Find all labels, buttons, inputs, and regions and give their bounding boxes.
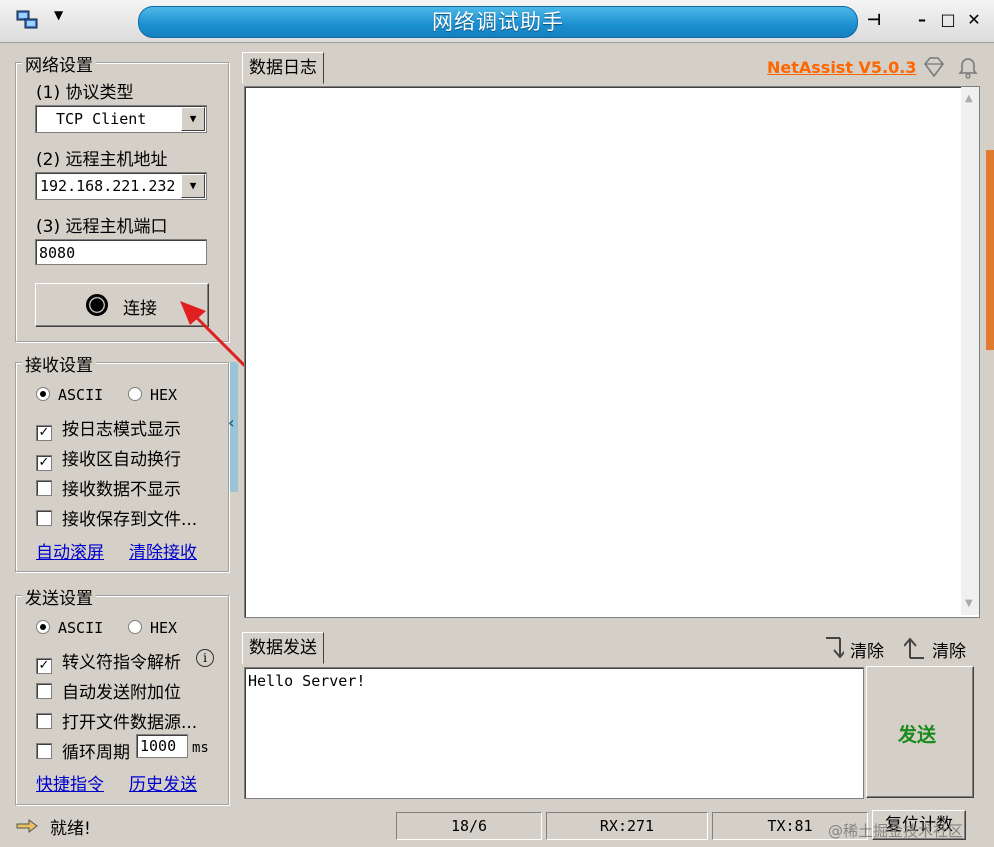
status-bar: 就绪! 18/6 RX:271 TX:81 复位计数 @稀土掘金技术社区 [0, 808, 994, 847]
receive-ascii-label: ASCII [58, 386, 104, 404]
send-option-label: 自动发送附加位 [62, 683, 181, 703]
port-input[interactable]: 8080 [35, 239, 207, 265]
cycle-unit-label: ms [192, 740, 209, 756]
send-cycle-checkbox[interactable]: 循环周期 [36, 738, 130, 763]
pin-button[interactable]: ⊣ [862, 8, 886, 32]
radio-selected-icon [36, 387, 50, 401]
clear-label: 清除 [932, 642, 966, 662]
system-menu[interactable]: ▼ [6, 6, 66, 34]
receive-settings-title: 接收设置 [22, 351, 96, 376]
bell-icon[interactable] [956, 55, 980, 79]
send-text-area[interactable]: Hello Server! [244, 667, 864, 799]
shortcut-commands-link[interactable]: 快捷指令 [36, 770, 104, 795]
send-label: 发送 [898, 724, 937, 746]
receive-option-label: 接收区自动换行 [62, 450, 181, 470]
protocol-value: TCP Client [56, 110, 147, 128]
data-log-area[interactable]: ▲ ▼ [244, 86, 980, 618]
receive-option-label: 接收保存到文件... [62, 510, 198, 530]
scroll-up-icon[interactable]: ▲ [965, 93, 973, 104]
checkbox-icon [36, 683, 52, 699]
title-bar: ▼ 网络调试助手 ⊣ – □ ✕ [0, 0, 994, 43]
checkbox-icon [36, 510, 52, 526]
receive-save-file-checkbox[interactable]: 接收保存到文件... [36, 505, 197, 530]
receive-log-mode-checkbox[interactable]: ✓ 按日志模式显示 [36, 415, 181, 441]
receive-autowrap-checkbox[interactable]: ✓ 接收区自动换行 [36, 445, 181, 471]
pointing-hand-icon [16, 819, 38, 833]
chevron-down-icon[interactable]: ▼ [181, 107, 205, 131]
send-file-source-checkbox[interactable]: 打开文件数据源... [36, 708, 197, 733]
radio-icon [128, 387, 142, 401]
send-button[interactable]: 发送 [866, 666, 974, 798]
port-label: (3) 远程主机端口 [36, 217, 168, 237]
window-title: 网络调试助手 [138, 6, 858, 38]
send-option-label: 转义符指令解析 [62, 653, 181, 673]
protocol-select[interactable]: TCP Client ▼ [35, 105, 207, 133]
tab-data-log[interactable]: 数据日志 [242, 52, 324, 84]
chevron-down-icon[interactable]: ▼ [181, 174, 205, 198]
autoscroll-link[interactable]: 自动滚屏 [36, 538, 104, 563]
send-hex-label: HEX [150, 619, 178, 637]
minimize-button[interactable]: – [910, 8, 934, 32]
send-option-label: 打开文件数据源... [62, 713, 198, 733]
clear-down-arrow-icon [826, 637, 844, 659]
host-label: (2) 远程主机地址 [36, 150, 168, 170]
chevron-left-icon[interactable]: ‹ [228, 413, 235, 432]
checkbox-icon [36, 713, 52, 729]
clear-send-button[interactable]: 清除 [822, 636, 892, 662]
send-ascii-label: ASCII [58, 619, 104, 637]
cycle-period-input[interactable]: 1000 [136, 734, 188, 758]
network-settings-title: 网络设置 [22, 51, 96, 76]
host-select[interactable]: 192.168.221.232 ▼ [35, 172, 207, 200]
radio-selected-icon [36, 620, 50, 634]
send-hex-radio[interactable]: HEX [128, 619, 177, 637]
radio-icon [128, 620, 142, 634]
clear-receive-link[interactable]: 清除接收 [129, 538, 197, 563]
receive-hex-radio[interactable]: HEX [128, 386, 177, 404]
checkbox-checked-icon: ✓ [36, 425, 52, 441]
send-escape-parse-checkbox[interactable]: ✓ 转义符指令解析 [36, 648, 181, 674]
send-text: Hello Server! [248, 672, 366, 690]
clear-label: 清除 [850, 642, 884, 662]
connect-label: 连接 [123, 299, 157, 319]
host-value: 192.168.221.232 [40, 177, 176, 195]
status-counter: 18/6 [396, 812, 542, 840]
app-window: ▼ 网络调试助手 ⊣ – □ ✕ 网络设置 (1) 协议类型 TCP Clien… [0, 0, 994, 847]
receive-hex-label: HEX [150, 386, 178, 404]
checkbox-icon [36, 480, 52, 496]
status-rx: RX:271 [546, 812, 708, 840]
scroll-down-icon[interactable]: ▼ [965, 598, 973, 609]
send-history-link[interactable]: 历史发送 [129, 770, 197, 795]
clear-up-arrow-icon [904, 637, 924, 659]
send-option-label: 循环周期 [62, 743, 130, 763]
receive-option-label: 按日志模式显示 [62, 420, 181, 440]
receive-ascii-radio[interactable]: ASCII [36, 386, 103, 404]
protocol-label: (1) 协议类型 [36, 83, 134, 103]
diamond-icon[interactable] [922, 56, 946, 78]
receive-option-label: 接收数据不显示 [62, 480, 181, 500]
window-edge-accent [986, 150, 994, 350]
checkbox-icon [36, 743, 52, 759]
checkbox-checked-icon: ✓ [36, 455, 52, 471]
clear-history-button[interactable]: 清除 [904, 636, 974, 662]
tab-data-send[interactable]: 数据发送 [242, 632, 324, 664]
brand-link[interactable]: NetAssist V5.0.3 [767, 58, 916, 77]
maximize-button[interactable]: □ [936, 8, 960, 32]
log-scrollbar[interactable]: ▲ ▼ [961, 87, 979, 615]
receive-hide-data-checkbox[interactable]: 接收数据不显示 [36, 475, 181, 500]
watermark: @稀土掘金技术社区 [828, 822, 964, 840]
send-ascii-radio[interactable]: ASCII [36, 619, 103, 637]
send-settings-title: 发送设置 [22, 584, 96, 609]
info-icon[interactable]: i [196, 649, 214, 667]
close-button[interactable]: ✕ [962, 8, 986, 32]
connect-status-icon [86, 294, 108, 316]
send-append-bit-checkbox[interactable]: 自动发送附加位 [36, 678, 181, 703]
network-app-icon [16, 10, 38, 29]
status-ready: 就绪! [50, 819, 91, 839]
chevron-down-icon: ▼ [54, 8, 64, 22]
checkbox-checked-icon: ✓ [36, 658, 52, 674]
